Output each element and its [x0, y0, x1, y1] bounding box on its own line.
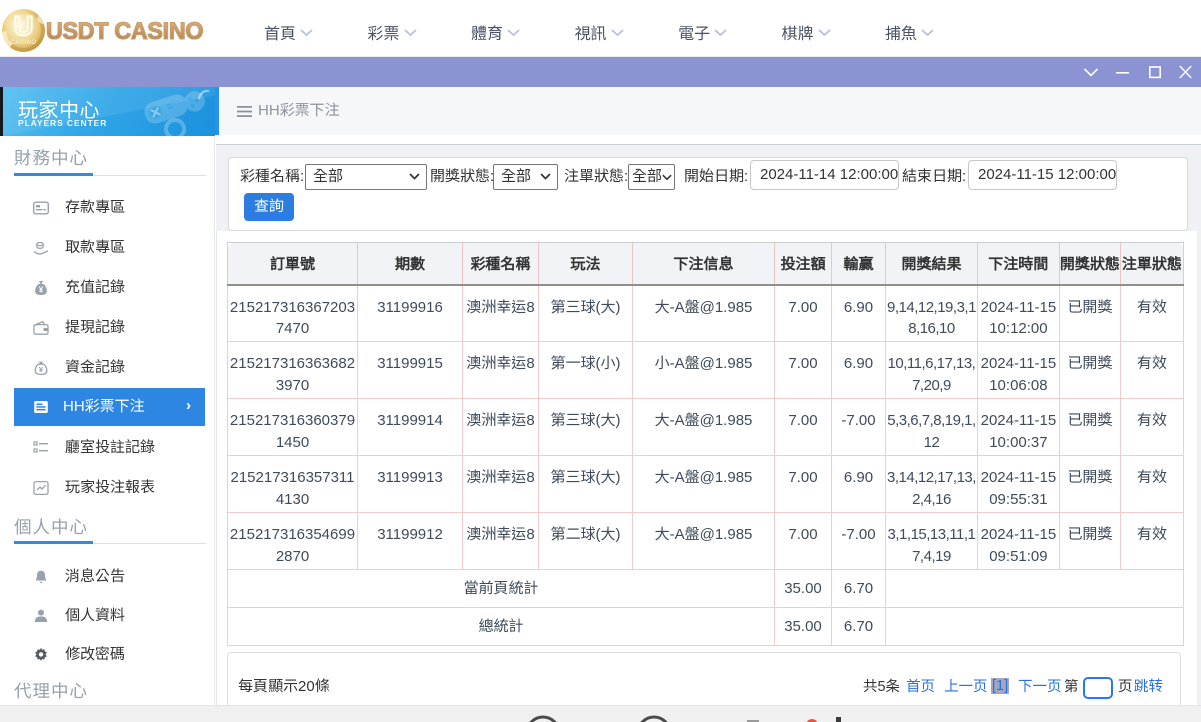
svg-text:¥: ¥ — [39, 286, 44, 295]
svg-text:¥: ¥ — [39, 365, 44, 374]
